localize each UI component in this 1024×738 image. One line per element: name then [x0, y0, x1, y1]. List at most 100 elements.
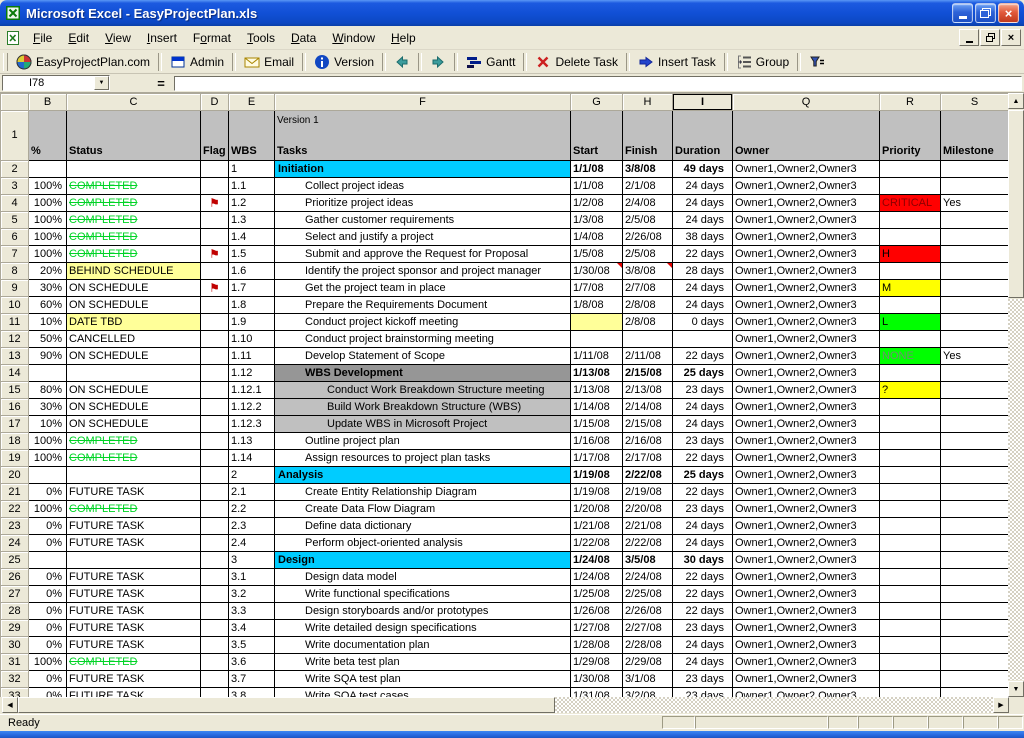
cell-R29[interactable]	[880, 620, 941, 637]
workbook-icon[interactable]	[5, 30, 21, 46]
row-header-9[interactable]: 9	[1, 280, 29, 297]
cell-D5[interactable]	[201, 212, 229, 229]
cell-C19[interactable]: COMPLETED	[67, 450, 201, 467]
v-scroll-track[interactable]	[1008, 299, 1024, 680]
cell-F13[interactable]: Develop Statement of Scope	[275, 348, 571, 365]
cell-C26[interactable]: FUTURE TASK	[67, 569, 201, 586]
row-header-28[interactable]: 28	[1, 603, 29, 620]
minimize-button[interactable]	[952, 3, 973, 23]
cell-I21[interactable]: 22 days	[673, 484, 733, 501]
cell-I7[interactable]: 22 days	[673, 246, 733, 263]
row-header-26[interactable]: 26	[1, 569, 29, 586]
cell-R17[interactable]	[880, 416, 941, 433]
cell-B22[interactable]: 100%	[29, 501, 67, 518]
row-header-13[interactable]: 13	[1, 348, 29, 365]
cell-D33[interactable]	[201, 688, 229, 698]
cell-R1[interactable]: Priority	[880, 111, 941, 161]
cell-S2[interactable]	[941, 161, 1009, 178]
cell-E5[interactable]: 1.3	[229, 212, 275, 229]
workbook-close-button[interactable]: ×	[1001, 29, 1021, 46]
column-header-H[interactable]: H	[623, 94, 673, 111]
cell-D1[interactable]: Flag	[201, 111, 229, 161]
row-header-18[interactable]: 18	[1, 433, 29, 450]
cell-I22[interactable]: 23 days	[673, 501, 733, 518]
cell-G14[interactable]: 1/13/08	[571, 365, 623, 382]
cell-H29[interactable]: 2/27/08	[623, 620, 673, 637]
cell-I20[interactable]: 25 days	[673, 467, 733, 484]
cell-R23[interactable]	[880, 518, 941, 535]
cell-G21[interactable]: 1/19/08	[571, 484, 623, 501]
row-header-24[interactable]: 24	[1, 535, 29, 552]
cell-E24[interactable]: 2.4	[229, 535, 275, 552]
cell-G26[interactable]: 1/24/08	[571, 569, 623, 586]
cell-I2[interactable]: 49 days	[673, 161, 733, 178]
cell-R5[interactable]	[880, 212, 941, 229]
cell-F14[interactable]: WBS Development	[275, 365, 571, 382]
cell-E7[interactable]: 1.5	[229, 246, 275, 263]
cell-S5[interactable]	[941, 212, 1009, 229]
cell-Q24[interactable]: Owner1,Owner2,Owner3	[733, 535, 880, 552]
row-header-17[interactable]: 17	[1, 416, 29, 433]
cell-H11[interactable]: 2/8/08	[623, 314, 673, 331]
row-header-23[interactable]: 23	[1, 518, 29, 535]
h-scroll-left-button[interactable]: ◀	[2, 697, 18, 713]
row-header-27[interactable]: 27	[1, 586, 29, 603]
cell-E20[interactable]: 2	[229, 467, 275, 484]
cell-E15[interactable]: 1.12.1	[229, 382, 275, 399]
cell-I24[interactable]: 24 days	[673, 535, 733, 552]
cell-E6[interactable]: 1.4	[229, 229, 275, 246]
menu-item-edit[interactable]: Edit	[60, 27, 97, 49]
cell-I16[interactable]: 24 days	[673, 399, 733, 416]
cell-R3[interactable]	[880, 178, 941, 195]
cell-C1[interactable]: Status	[67, 111, 201, 161]
cell-E13[interactable]: 1.11	[229, 348, 275, 365]
menu-item-format[interactable]: Format	[185, 27, 239, 49]
cell-G16[interactable]: 1/14/08	[571, 399, 623, 416]
cell-S6[interactable]	[941, 229, 1009, 246]
cell-I31[interactable]: 24 days	[673, 654, 733, 671]
cell-S10[interactable]	[941, 297, 1009, 314]
row-header-31[interactable]: 31	[1, 654, 29, 671]
cell-F26[interactable]: Design data model	[275, 569, 571, 586]
menu-item-help[interactable]: Help	[383, 27, 424, 49]
cell-F31[interactable]: Write beta test plan	[275, 654, 571, 671]
cell-E29[interactable]: 3.4	[229, 620, 275, 637]
cell-S30[interactable]	[941, 637, 1009, 654]
column-header-G[interactable]: G	[571, 94, 623, 111]
cell-F4[interactable]: Prioritize project ideas	[275, 195, 571, 212]
cell-D6[interactable]	[201, 229, 229, 246]
cell-C30[interactable]: FUTURE TASK	[67, 637, 201, 654]
cell-H28[interactable]: 2/26/08	[623, 603, 673, 620]
toolbar-button-insert-task[interactable]: Insert Task	[633, 52, 721, 72]
cell-H9[interactable]: 2/7/08	[623, 280, 673, 297]
cell-B29[interactable]: 0%	[29, 620, 67, 637]
cell-F12[interactable]: Conduct project brainstorming meeting	[275, 331, 571, 348]
cell-C2[interactable]	[67, 161, 201, 178]
cell-S16[interactable]	[941, 399, 1009, 416]
cell-Q22[interactable]: Owner1,Owner2,Owner3	[733, 501, 880, 518]
cell-F17[interactable]: Update WBS in Microsoft Project	[275, 416, 571, 433]
cell-F23[interactable]: Define data dictionary	[275, 518, 571, 535]
cell-H12[interactable]	[623, 331, 673, 348]
cell-D9[interactable]: ⚑	[201, 280, 229, 297]
cell-E25[interactable]: 3	[229, 552, 275, 569]
cell-C33[interactable]: FUTURE TASK	[67, 688, 201, 698]
cell-Q31[interactable]: Owner1,Owner2,Owner3	[733, 654, 880, 671]
cell-C17[interactable]: ON SCHEDULE	[67, 416, 201, 433]
cell-Q12[interactable]: Owner1,Owner2,Owner3	[733, 331, 880, 348]
cell-F16[interactable]: Build Work Breakdown Structure (WBS)	[275, 399, 571, 416]
cell-B27[interactable]: 0%	[29, 586, 67, 603]
cell-R6[interactable]	[880, 229, 941, 246]
cell-F32[interactable]: Write SQA test plan	[275, 671, 571, 688]
cell-S33[interactable]	[941, 688, 1009, 698]
cell-S26[interactable]	[941, 569, 1009, 586]
cell-R2[interactable]	[880, 161, 941, 178]
cell-D2[interactable]	[201, 161, 229, 178]
cell-Q26[interactable]: Owner1,Owner2,Owner3	[733, 569, 880, 586]
cell-Q27[interactable]: Owner1,Owner2,Owner3	[733, 586, 880, 603]
cell-C25[interactable]	[67, 552, 201, 569]
cell-Q11[interactable]: Owner1,Owner2,Owner3	[733, 314, 880, 331]
toolbar-button-autofilter[interactable]	[804, 52, 830, 72]
row-header-15[interactable]: 15	[1, 382, 29, 399]
cell-F22[interactable]: Create Data Flow Diagram	[275, 501, 571, 518]
